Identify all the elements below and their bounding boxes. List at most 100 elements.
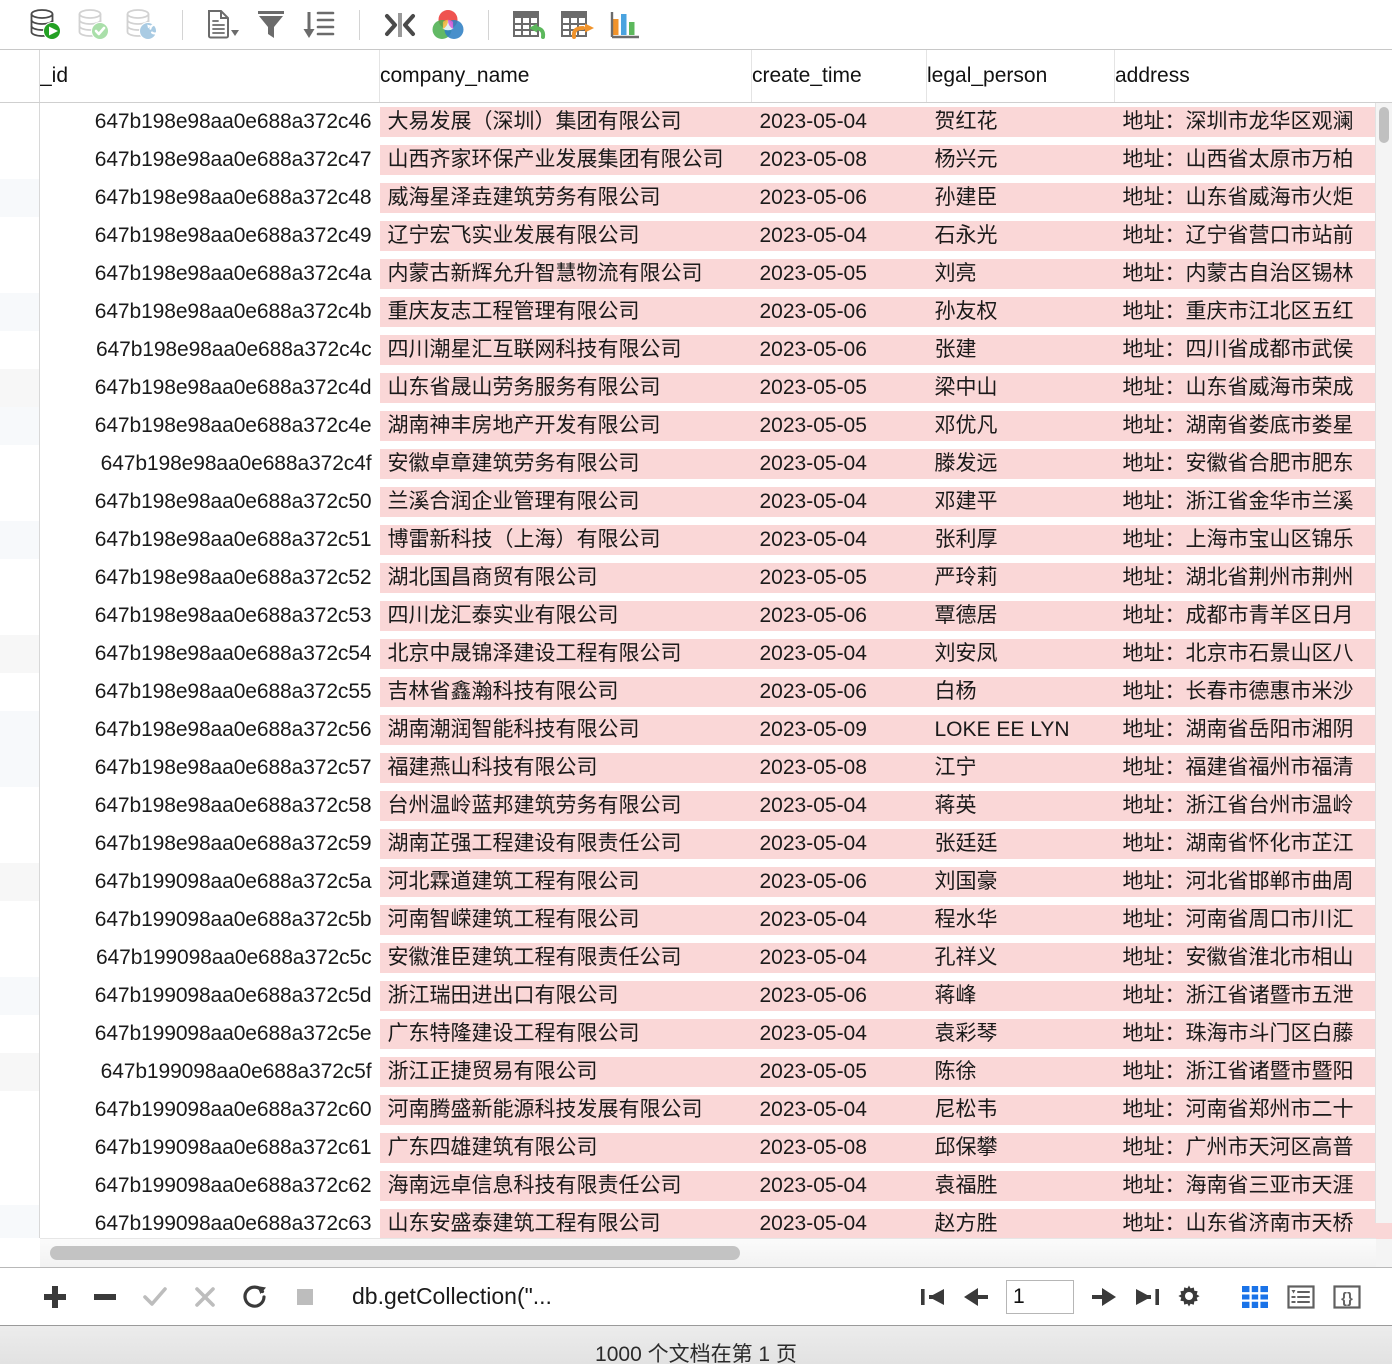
cell-create-time[interactable]: 2023-05-08 [751,141,927,179]
cell-legal-person[interactable]: 刘安凤 [926,635,1115,673]
cell-address[interactable]: 地址：内蒙古自治区锡林 [1114,255,1392,293]
cell-legal-person[interactable]: 袁福胜 [926,1167,1115,1205]
cell-address[interactable]: 地址：安徽省合肥市肥东 [1114,445,1392,483]
cell-id[interactable]: 647b198e98aa0e688a372c55 [40,673,380,711]
cell-create-time[interactable]: 2023-05-06 [751,293,927,331]
cell-create-time[interactable]: 2023-05-04 [751,483,927,521]
table-row[interactable]: 647b198e98aa0e688a372c46 大易发展（深圳）集团有限公司 20… [0,102,1392,141]
row-number-cell[interactable] [0,1128,40,1167]
cell-id[interactable]: 647b198e98aa0e688a372c57 [40,749,380,787]
cell-create-time[interactable]: 2023-05-04 [751,1015,927,1053]
cell-id[interactable]: 647b199098aa0e688a372c61 [40,1129,380,1167]
cell-legal-person[interactable]: 蒋峰 [926,977,1115,1015]
cell-company-name[interactable]: 广东特隆建设工程有限公司 [379,1015,752,1053]
row-number-cell[interactable] [0,1090,40,1129]
cell-legal-person[interactable]: 邱保攀 [926,1129,1115,1167]
commit-icon[interactable] [70,3,118,47]
last-page-button[interactable] [1126,1275,1168,1319]
cell-legal-person[interactable]: 张建 [926,331,1115,369]
cell-legal-person[interactable]: 陈徐 [926,1053,1115,1091]
cell-address[interactable]: 地址：河南省周口市川汇 [1114,901,1392,939]
next-page-button[interactable] [1084,1275,1126,1319]
cell-create-time[interactable]: 2023-05-04 [751,102,927,141]
cell-company-name[interactable]: 湖南芷强工程建设有限责任公司 [379,825,752,863]
cell-legal-person[interactable]: 白杨 [926,673,1115,711]
cell-create-time[interactable]: 2023-05-04 [751,939,927,977]
cell-legal-person[interactable]: 邓优凡 [926,407,1115,445]
row-number-cell[interactable] [0,786,40,825]
cell-id[interactable]: 647b199098aa0e688a372c5d [40,977,380,1015]
table-row[interactable]: 647b199098aa0e688a372c5b 河南智嵘建筑工程有限公司 2023… [0,900,1392,939]
cell-create-time[interactable]: 2023-05-08 [751,1129,927,1167]
cell-legal-person[interactable]: 尼松韦 [926,1091,1115,1129]
cell-create-time[interactable]: 2023-05-04 [751,521,927,559]
cell-address[interactable]: 地址：广州市天河区高普 [1114,1129,1392,1167]
cell-legal-person[interactable]: 刘国豪 [926,863,1115,901]
row-number-cell[interactable] [0,634,40,673]
table-row[interactable]: 647b198e98aa0e688a372c54 北京中晟锦泽建设工程有限公司 20… [0,634,1392,673]
cell-company-name[interactable]: 辽宁宏飞实业发展有限公司 [379,217,752,255]
cell-id[interactable]: 647b198e98aa0e688a372c48 [40,179,380,217]
row-number-cell[interactable] [0,140,40,179]
rollback-icon[interactable] [118,3,166,47]
cell-create-time[interactable]: 2023-05-05 [751,1053,927,1091]
table-row[interactable]: 647b199098aa0e688a372c61 广东四雄建筑有限公司 2023-0… [0,1128,1392,1167]
cell-id[interactable]: 647b198e98aa0e688a372c54 [40,635,380,673]
cell-id[interactable]: 647b198e98aa0e688a372c59 [40,825,380,863]
cell-legal-person[interactable]: 赵方胜 [926,1205,1115,1243]
chart-icon[interactable] [601,3,649,47]
cell-legal-person[interactable]: 程水华 [926,901,1115,939]
cell-company-name[interactable]: 台州温岭蓝邦建筑劳务有限公司 [379,787,752,825]
table-row[interactable]: 647b198e98aa0e688a372c50 兰溪合润企业管理有限公司 2023… [0,482,1392,521]
cell-address[interactable]: 地址：珠海市斗门区白藤 [1114,1015,1392,1053]
cell-legal-person[interactable]: 贺红花 [926,102,1115,141]
cell-address[interactable]: 地址：四川省成都市武侯 [1114,331,1392,369]
cell-company-name[interactable]: 广东四雄建筑有限公司 [379,1129,752,1167]
cell-address[interactable]: 地址：山西省太原市万柏 [1114,141,1392,179]
row-number-cell[interactable] [0,558,40,597]
cell-company-name[interactable]: 威海星泽垚建筑劳务有限公司 [379,179,752,217]
table-row[interactable]: 647b198e98aa0e688a372c4b 重庆友志工程管理有限公司 2023… [0,292,1392,331]
table-row[interactable]: 647b198e98aa0e688a372c47 山西齐家环保产业发展集团有限公司… [0,140,1392,179]
import-table-icon[interactable] [505,3,553,47]
cell-id[interactable]: 647b198e98aa0e688a372c56 [40,711,380,749]
cell-create-time[interactable]: 2023-05-04 [751,1091,927,1129]
cell-address[interactable]: 地址：辽宁省营口市站前 [1114,217,1392,255]
cell-company-name[interactable]: 北京中晟锦泽建设工程有限公司 [379,635,752,673]
row-number-cell[interactable] [0,520,40,559]
row-number-cell[interactable] [0,976,40,1015]
cell-create-time[interactable]: 2023-05-04 [751,825,927,863]
cell-legal-person[interactable]: 石永光 [926,217,1115,255]
table-row[interactable]: 647b198e98aa0e688a372c4f 安徽卓章建筑劳务有限公司 2023… [0,444,1392,483]
cell-id[interactable]: 647b198e98aa0e688a372c4d [40,369,380,407]
cell-create-time[interactable]: 2023-05-06 [751,597,927,635]
row-number-cell[interactable] [0,178,40,217]
cell-address[interactable]: 地址：长春市德惠市米沙 [1114,673,1392,711]
column-header-create-time[interactable]: create_time [751,50,927,103]
column-header-id[interactable]: _id [39,50,380,103]
cell-legal-person[interactable]: 邓建平 [926,483,1115,521]
table-row[interactable]: 647b199098aa0e688a372c5a 河北霖道建筑工程有限公司 2023… [0,862,1392,901]
cell-create-time[interactable]: 2023-05-05 [751,255,927,293]
cell-company-name[interactable]: 山东安盛泰建筑工程有限公司 [379,1205,752,1243]
document-dropdown-icon[interactable] [199,3,247,47]
cell-company-name[interactable]: 湖南神丰房地产开发有限公司 [379,407,752,445]
cell-id[interactable]: 647b199098aa0e688a372c60 [40,1091,380,1129]
cell-legal-person[interactable]: 孔祥义 [926,939,1115,977]
cell-address[interactable]: 地址：上海市宝山区锦乐 [1114,521,1392,559]
cell-legal-person[interactable]: LOKE EE LYN [926,711,1115,749]
table-row[interactable]: 647b198e98aa0e688a372c51 博雷新科技（上海）有限公司 202… [0,520,1392,559]
cell-company-name[interactable]: 山西齐家环保产业发展集团有限公司 [379,141,752,179]
stop-button[interactable] [280,1275,330,1319]
collapse-columns-icon[interactable] [376,3,424,47]
cell-create-time[interactable]: 2023-05-04 [751,1205,927,1243]
cell-company-name[interactable]: 海南远卓信息科技有限责任公司 [379,1167,752,1205]
row-number-cell[interactable] [0,406,40,445]
cell-legal-person[interactable]: 梁中山 [926,369,1115,407]
cell-address[interactable]: 地址：安徽省淮北市相山 [1114,939,1392,977]
cell-address[interactable]: 地址：山东省威海市火炬 [1114,179,1392,217]
cell-legal-person[interactable]: 张廷廷 [926,825,1115,863]
cell-id[interactable]: 647b198e98aa0e688a372c4e [40,407,380,445]
row-number-cell[interactable] [0,710,40,749]
cell-create-time[interactable]: 2023-05-06 [751,331,927,369]
